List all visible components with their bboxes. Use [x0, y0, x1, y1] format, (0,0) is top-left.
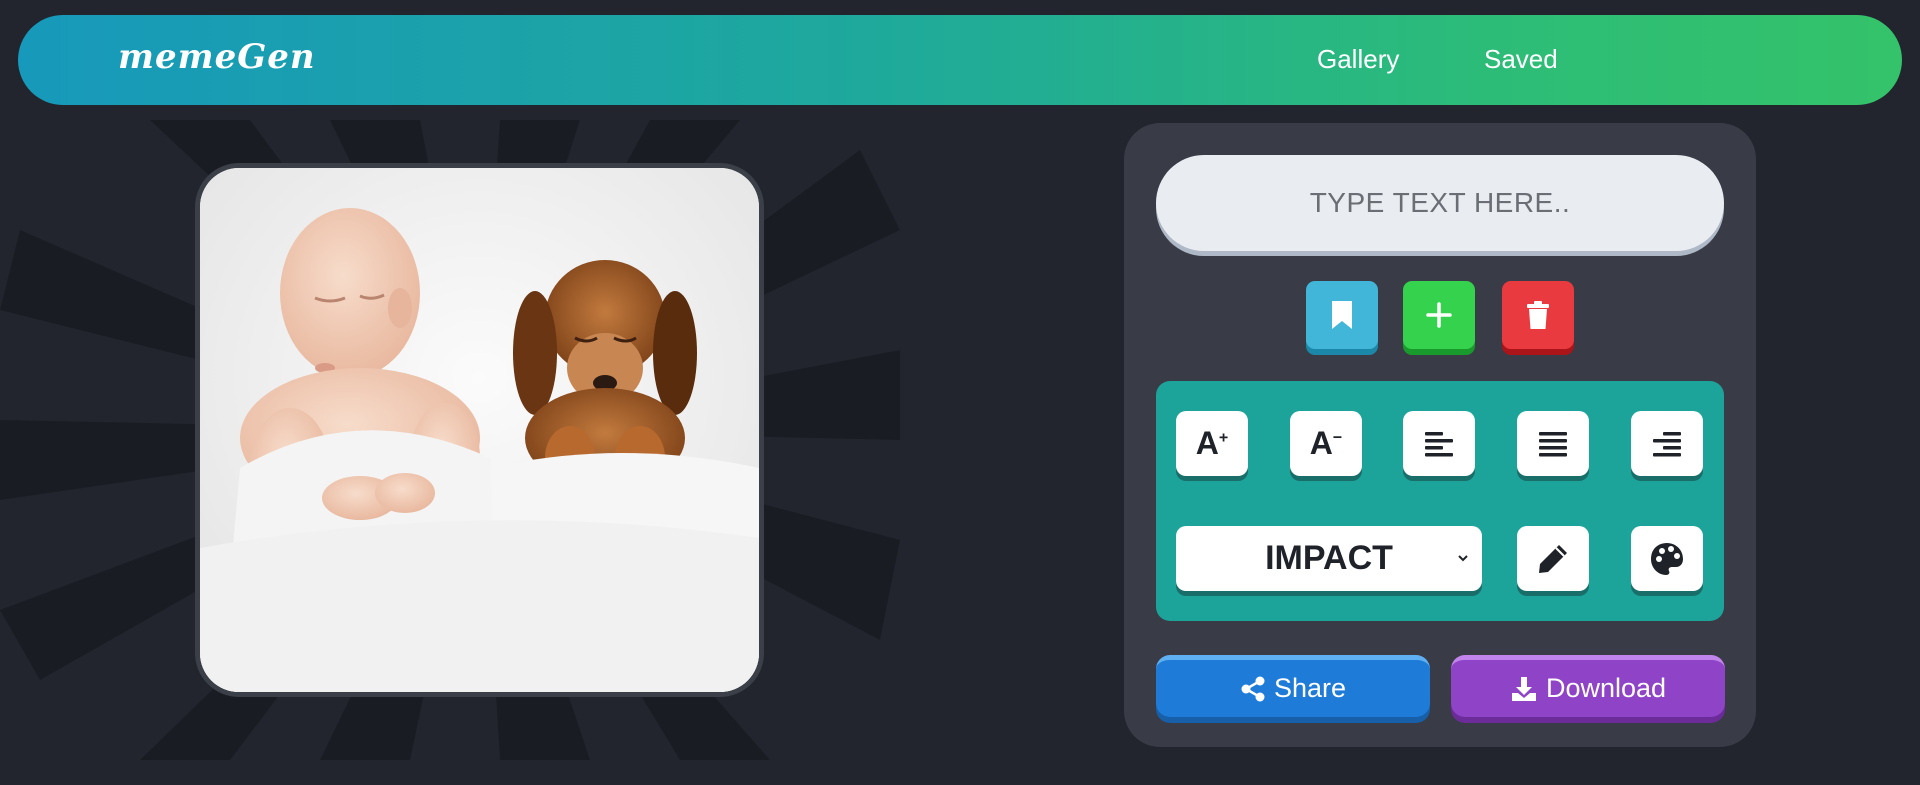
decrease-font-icon: A− [1309, 425, 1343, 461]
plus-icon [1426, 302, 1452, 328]
nav-saved-link[interactable]: Saved [1484, 44, 1558, 75]
save-meme-button[interactable] [1306, 281, 1378, 349]
text-tools-panel: A+ A− IMPACT [1156, 381, 1724, 621]
download-label: Download [1545, 673, 1667, 703]
fill-color-button[interactable] [1631, 526, 1703, 591]
meme-text-input[interactable] [1156, 155, 1724, 251]
palette-icon [1651, 542, 1683, 575]
share-icon [1241, 676, 1265, 701]
decrease-font-button[interactable]: A− [1290, 411, 1362, 476]
top-nav-bar: memeGen Gallery Saved [18, 15, 1902, 105]
pencil-icon [1539, 544, 1567, 573]
download-button[interactable]: Download [1451, 655, 1725, 717]
nav-gallery-link[interactable]: Gallery [1317, 44, 1399, 75]
bookmark-icon [1332, 301, 1352, 329]
delete-line-button[interactable] [1502, 281, 1574, 349]
meme-canvas[interactable] [195, 163, 764, 697]
trash-icon [1527, 301, 1549, 329]
align-center-button[interactable] [1517, 411, 1589, 476]
align-right-button[interactable] [1631, 411, 1703, 476]
increase-font-icon: A+ [1195, 425, 1229, 461]
align-left-button[interactable] [1403, 411, 1475, 476]
align-right-icon [1653, 431, 1681, 456]
share-label: Share [1273, 673, 1347, 703]
increase-font-button[interactable]: A+ [1176, 411, 1248, 476]
add-line-button[interactable] [1403, 281, 1475, 349]
share-button[interactable]: Share [1156, 655, 1430, 717]
editor-panel: A+ A− [1124, 123, 1756, 747]
meme-image [200, 168, 759, 692]
chevron-down-icon [1458, 555, 1468, 562]
align-left-icon [1425, 431, 1453, 456]
font-family-select[interactable]: IMPACT [1176, 526, 1482, 591]
font-family-value: IMPACT [1265, 539, 1393, 577]
align-justify-icon [1539, 431, 1567, 456]
stroke-color-button[interactable] [1517, 526, 1589, 591]
download-icon [1511, 676, 1536, 701]
app-logo[interactable]: memeGen [118, 37, 316, 77]
